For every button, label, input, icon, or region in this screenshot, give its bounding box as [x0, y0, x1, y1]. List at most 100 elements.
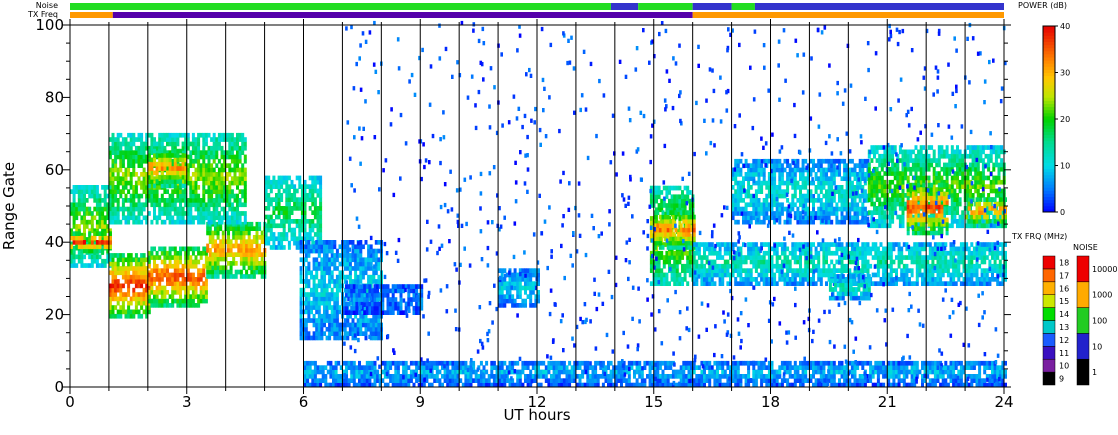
- heatmap-cell: [191, 281, 195, 286]
- heatmap-cell: [197, 150, 201, 155]
- heatmap-cell: [168, 255, 172, 260]
- heatmap-cell: [661, 245, 665, 250]
- heatmap-cell: [786, 246, 790, 252]
- heatmap-cell: [346, 253, 350, 258]
- heatmap-cell: [902, 277, 906, 282]
- heatmap-cell: [773, 272, 777, 278]
- heatmap-cell: [863, 255, 867, 260]
- heatmap-cell: [150, 150, 154, 155]
- heatmap-cell: [208, 261, 212, 266]
- heatmap-cell: [137, 274, 141, 280]
- heatmap-cell: [333, 313, 337, 319]
- heatmap-cell: [111, 219, 115, 225]
- heatmap-cell: [173, 183, 177, 189]
- heatmap-cell: [238, 172, 242, 177]
- heatmap-cell: [900, 250, 904, 256]
- heatmap-cell: [191, 277, 195, 282]
- heatmap-cell: [320, 240, 324, 245]
- heatmap-cell: [234, 261, 238, 266]
- heatmap-cell: [793, 176, 797, 181]
- heatmap-cell: [202, 246, 206, 252]
- heatmap-cell: [762, 277, 766, 282]
- heatmap-cell: [83, 240, 86, 245]
- heatmap-cell: [367, 322, 371, 328]
- heatmap-cell: [234, 274, 238, 279]
- heatmap-cell: [734, 281, 738, 286]
- heatmap-cell: [850, 246, 854, 252]
- heatmap-cell: [736, 189, 740, 194]
- heatmap-cell: [77, 198, 81, 203]
- heatmap-cell: [210, 137, 214, 142]
- heatmap-cell: [780, 180, 784, 186]
- heatmap-cell: [155, 263, 159, 269]
- heatmap-cell: [127, 253, 131, 258]
- txfreq-segment: [112, 12, 693, 18]
- heatmap-cell: [832, 268, 836, 273]
- heatmap-cell: [409, 297, 413, 302]
- heatmap-cell: [683, 277, 687, 282]
- heatmap-cell: [726, 246, 730, 252]
- heatmap-cell: [227, 230, 230, 236]
- heatmap-cell: [315, 248, 319, 254]
- heatmap-cell: [319, 227, 323, 233]
- heatmap-cell: [129, 261, 133, 267]
- heatmap-cell: [678, 185, 682, 191]
- heatmap-cell: [304, 318, 308, 323]
- heatmap-cell: [176, 298, 180, 304]
- heatmap-cell: [835, 206, 839, 212]
- heatmap-cell: [369, 322, 373, 328]
- heatmap-cell: [282, 232, 286, 237]
- heatmap-cell: [258, 265, 262, 271]
- heatmap-cell: [843, 250, 847, 256]
- heatmap-cell: [132, 296, 136, 302]
- heatmap-cell: [675, 194, 679, 200]
- heatmap-cell: [142, 145, 146, 151]
- heatmap-cell: [778, 277, 782, 282]
- heatmap-cell: [116, 215, 120, 221]
- heatmap-cell: [944, 255, 948, 260]
- heatmap-cell: [227, 235, 230, 240]
- heatmap-cell: [194, 176, 198, 181]
- heatmap-cell: [765, 250, 769, 256]
- heatmap-cell: [858, 246, 862, 252]
- heatmap-cell: [765, 202, 769, 208]
- heatmap-cell: [391, 297, 395, 302]
- heatmap-cell: [204, 298, 208, 304]
- heatmap-cell: [116, 189, 120, 194]
- heatmap-cell: [206, 256, 210, 262]
- heatmap-cell: [521, 277, 525, 282]
- heatmap-cell: [780, 259, 784, 265]
- heatmap-cell: [134, 145, 138, 151]
- heatmap-cell: [272, 184, 276, 189]
- heatmap-cell: [129, 145, 133, 151]
- heatmap-cell: [155, 185, 159, 190]
- heatmap-cell: [194, 158, 198, 164]
- heatmap-cell: [208, 230, 212, 236]
- heatmap-cell: [786, 281, 790, 286]
- heatmap-cell: [214, 269, 217, 275]
- heatmap-cell: [391, 288, 395, 294]
- heatmap-cell: [129, 253, 133, 258]
- heatmap-cell: [206, 261, 210, 266]
- heatmap-cell: [762, 268, 766, 273]
- heatmap-cell: [212, 180, 216, 186]
- noise-segment: [70, 3, 611, 10]
- heatmap-cell: [754, 281, 758, 286]
- heatmap-cell: [747, 242, 751, 247]
- heatmap-cell: [819, 185, 823, 190]
- heatmap-cell: [832, 158, 836, 164]
- heatmap-cell: [780, 163, 784, 168]
- heatmap-cell: [703, 250, 706, 256]
- heatmap-cell: [85, 185, 89, 190]
- heatmap-cell: [255, 265, 259, 271]
- heatmap-cell: [521, 285, 525, 291]
- heatmap-cell: [822, 180, 826, 186]
- heatmap-cell: [88, 237, 92, 242]
- heatmap-cell: [773, 202, 777, 208]
- heatmap-cell: [700, 255, 704, 260]
- heatmap-cell: [163, 298, 167, 304]
- heatmap-cell: [171, 255, 175, 260]
- heatmap-cell: [267, 240, 271, 246]
- heatmap-cell: [171, 141, 175, 147]
- heatmap-cell: [801, 198, 805, 203]
